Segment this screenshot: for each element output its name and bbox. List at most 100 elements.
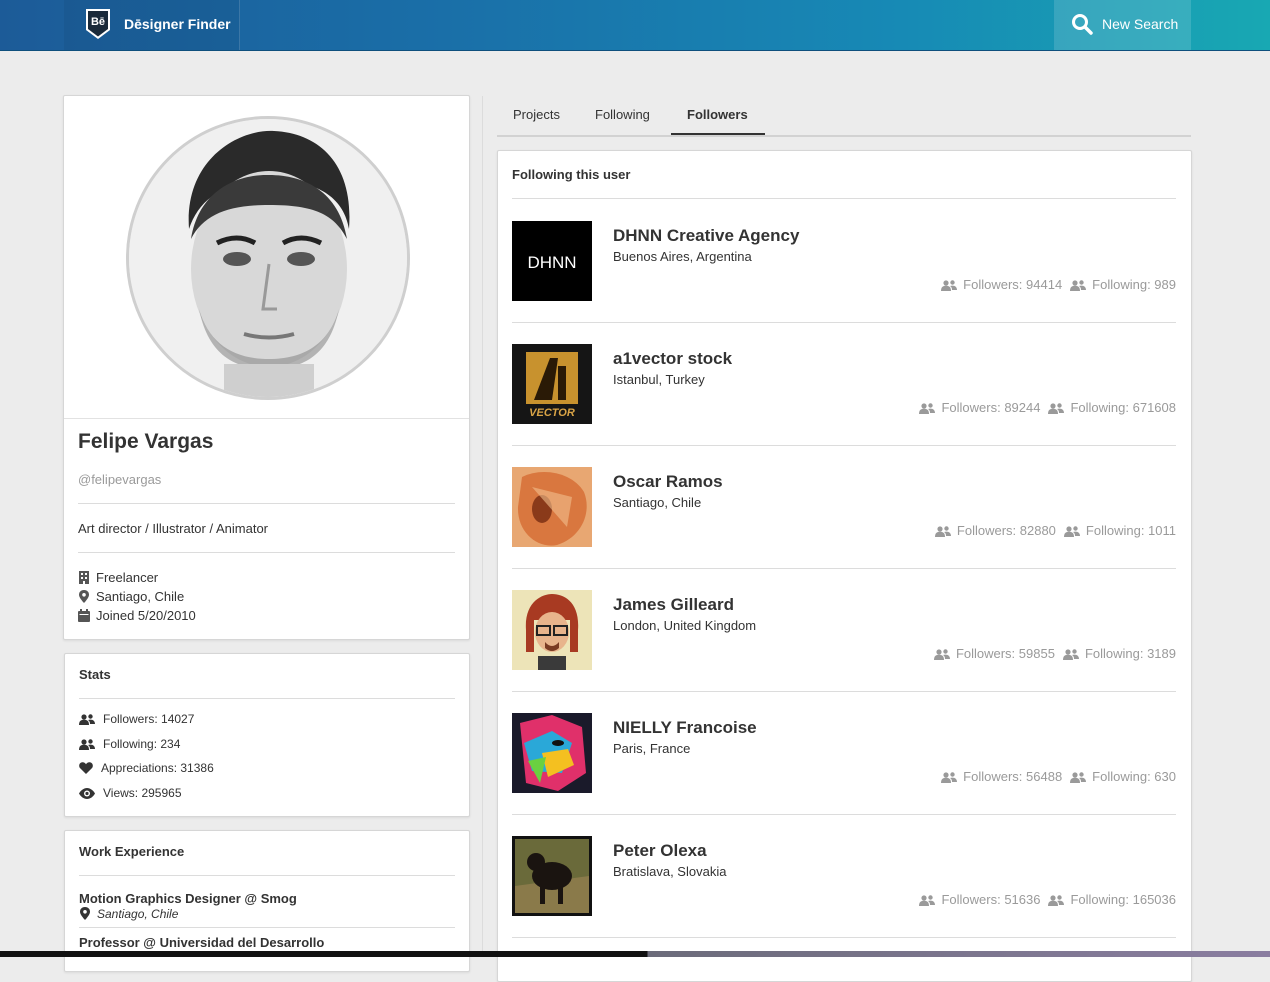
stat-appreciations-text: Appreciations: 31386 [101, 761, 214, 775]
users-icon [1063, 526, 1080, 537]
peter-olexa-photo-image [512, 836, 592, 916]
list-item[interactable]: James Gilleard London, United Kingdom Fo… [512, 590, 1176, 713]
profile-status: Freelancer [78, 570, 158, 585]
tab-projects[interactable]: Projects [513, 107, 560, 122]
profile-name: Felipe Vargas [78, 430, 214, 453]
users-icon [933, 649, 950, 660]
users-icon [919, 403, 936, 414]
user-thumbnail[interactable] [512, 836, 592, 916]
user-name[interactable]: Oscar Ramos [613, 472, 723, 492]
svg-text:Bē: Bē [91, 16, 105, 28]
profile-location: Santiago, Chile [78, 589, 184, 604]
list-item[interactable]: Oscar Ramos Santiago, Chile Followers: 8… [512, 467, 1176, 590]
profile-joined-text: Joined 5/20/2010 [96, 608, 196, 623]
job-location-text: Santiago, Chile [97, 907, 179, 921]
stats-card: Stats Followers: 14027 Following: 234 Ap… [64, 653, 470, 817]
job-title: Motion Graphics Designer @ Smog [79, 891, 297, 906]
divider [512, 568, 1176, 569]
brand-name: Dēsigner Finder [124, 16, 231, 32]
job-location: Santiago, Chile [79, 907, 178, 921]
user-thumbnail[interactable]: DHNN [512, 221, 592, 301]
user-stats: Followers: 94414 Following: 989 [941, 277, 1176, 292]
user-location: Bratislava, Slovakia [613, 864, 727, 879]
divider [512, 937, 1176, 938]
svg-text:VECTOR: VECTOR [529, 407, 575, 419]
behance-logo-icon: Bē [86, 9, 110, 39]
profile-role: Art director / Illustrator / Animator [78, 521, 269, 536]
user-location: Paris, France [613, 741, 691, 756]
user-followers-count: Followers: 56488 [963, 769, 1063, 784]
list-item[interactable]: DHNN DHNN Creative Agency Buenos Aires, … [512, 221, 1176, 344]
followers-list-title: Following this user [512, 167, 631, 182]
bottom-edge-strip [0, 951, 1270, 957]
location-pin-icon [80, 907, 90, 920]
nielly-francoise-artwork-image [512, 713, 592, 793]
calendar-icon [78, 609, 90, 622]
svg-text:DHNN: DHNN [527, 253, 576, 272]
stat-views-text: Views: 295965 [103, 786, 182, 800]
tab-following[interactable]: Following [595, 107, 650, 122]
divider [512, 198, 1176, 199]
list-item[interactable]: VECTOR a1vector stock Istanbul, Turkey F… [512, 344, 1176, 467]
building-icon [79, 571, 89, 584]
user-name[interactable]: DHNN Creative Agency [613, 226, 799, 246]
users-icon [941, 280, 958, 291]
user-name[interactable]: a1vector stock [613, 349, 732, 369]
user-thumbnail[interactable] [512, 713, 592, 793]
profile-avatar-area [64, 96, 469, 419]
user-name[interactable]: James Gilleard [613, 595, 734, 615]
a1vector-logo-image: VECTOR [512, 344, 592, 424]
profile-joined: Joined 5/20/2010 [78, 608, 196, 623]
user-name[interactable]: Peter Olexa [613, 841, 707, 861]
followers-list-card: Following this user DHNN DHNN Creative A… [497, 150, 1192, 982]
top-navigation-bar: Bē Dēsigner Finder New Search [0, 0, 1270, 51]
profile-card: Felipe Vargas @felipevargas Art director… [63, 95, 470, 640]
users-icon [941, 772, 958, 783]
user-location: Istanbul, Turkey [613, 372, 705, 387]
users-icon [1062, 649, 1079, 660]
user-following-count: Following: 989 [1092, 277, 1176, 292]
stat-appreciations: Appreciations: 31386 [79, 761, 214, 775]
divider [512, 445, 1176, 446]
user-following-count: Following: 671608 [1070, 400, 1176, 415]
user-stats: Followers: 51636 Following: 165036 [919, 892, 1176, 907]
stat-following: Following: 234 [79, 737, 180, 751]
user-following-count: Following: 3189 [1084, 646, 1176, 661]
location-pin-icon [79, 590, 89, 603]
user-stats: Followers: 89244 Following: 671608 [919, 400, 1176, 415]
users-icon [919, 895, 936, 906]
new-search-button[interactable]: New Search [1054, 0, 1191, 50]
active-tab-indicator [671, 133, 765, 135]
user-thumbnail[interactable]: VECTOR [512, 344, 592, 424]
user-stats: Followers: 56488 Following: 630 [941, 769, 1176, 784]
user-following-count: Following: 630 [1092, 769, 1176, 784]
james-gilleard-avatar-image [512, 590, 592, 670]
stats-title: Stats [79, 667, 111, 682]
user-name[interactable]: NIELLY Francoise [613, 718, 757, 738]
job-title: Professor @ Universidad del Desarrollo [79, 935, 325, 950]
user-followers-count: Followers: 89244 [941, 400, 1041, 415]
user-followers-count: Followers: 59855 [955, 646, 1055, 661]
tab-followers[interactable]: Followers [687, 107, 748, 122]
search-icon [1072, 14, 1093, 35]
divider [79, 875, 455, 876]
user-following-count: Following: 1011 [1085, 523, 1176, 538]
profile-handle: @felipevargas [78, 472, 162, 487]
stat-following-text: Following: 234 [103, 737, 181, 751]
user-thumbnail[interactable] [512, 467, 592, 547]
user-location: London, United Kingdom [613, 618, 757, 633]
user-stats: Followers: 59855 Following: 3189 [933, 646, 1176, 661]
user-thumbnail[interactable] [512, 590, 592, 670]
oscar-ramos-artwork-image [512, 467, 592, 547]
users-icon [1070, 772, 1087, 783]
eye-icon [79, 788, 95, 799]
users-icon [79, 714, 95, 725]
brand-home-link[interactable]: Bē Dēsigner Finder [64, 0, 240, 50]
list-item[interactable]: NIELLY Francoise Paris, France Followers… [512, 713, 1176, 836]
user-followers-count: Followers: 51636 [941, 892, 1041, 907]
user-stats: Followers: 82880 Following: 1011 [934, 523, 1176, 538]
stat-views: Views: 295965 [79, 786, 182, 800]
profile-avatar [126, 116, 410, 400]
new-search-label: New Search [1102, 16, 1179, 32]
list-item[interactable]: Peter Olexa Bratislava, Slovakia Followe… [512, 836, 1176, 959]
